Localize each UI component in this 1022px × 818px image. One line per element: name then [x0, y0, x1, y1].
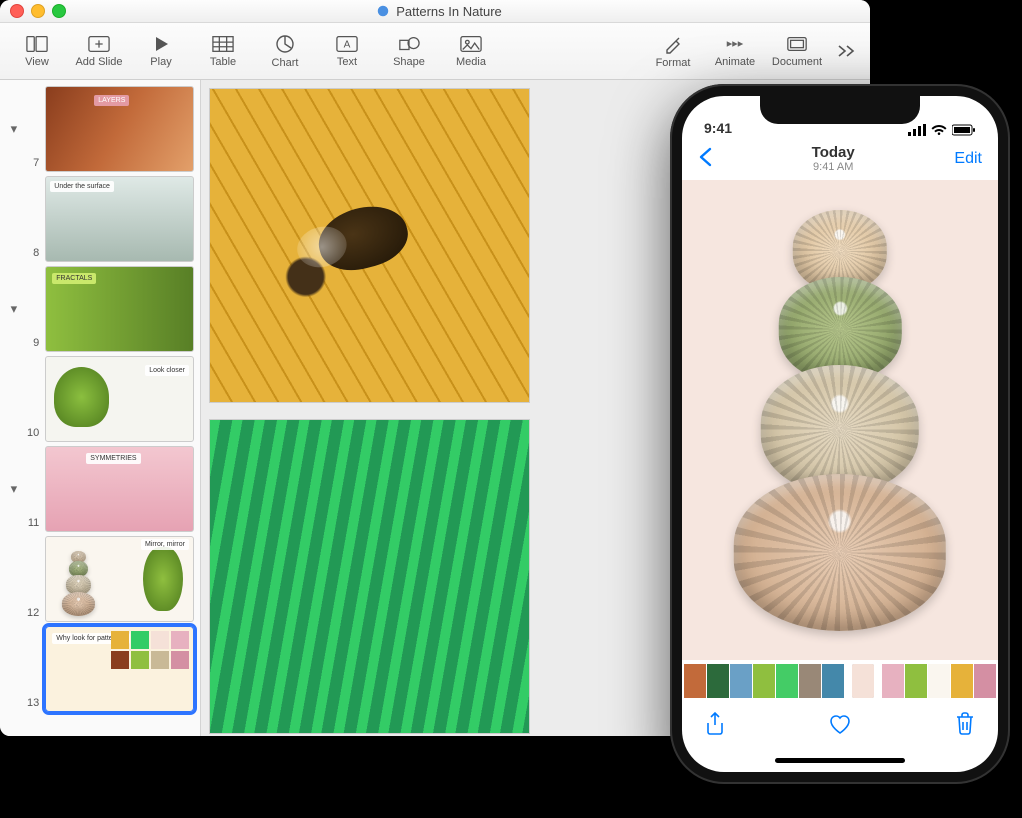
disclosure-triangle[interactable]: ▾	[6, 301, 22, 317]
toolbar-label: Play	[150, 56, 171, 68]
toolbar-overflow[interactable]	[828, 44, 864, 58]
text-icon: A	[336, 35, 358, 53]
slide-number: 8	[22, 247, 40, 262]
animate-icon	[724, 35, 746, 53]
slide-thumbnail[interactable]: Under the surface	[45, 176, 194, 262]
chart-icon	[275, 34, 295, 54]
play-icon	[152, 35, 170, 53]
iphone-notch	[760, 96, 920, 124]
toolbar: View Add Slide Play Table Chart A Text	[0, 23, 870, 80]
slide-number: 9	[22, 337, 40, 352]
toolbar-label: Shape	[393, 56, 425, 68]
window-titlebar[interactable]: Patterns In Nature	[0, 0, 870, 23]
slide-navigator[interactable]: ▾ 7 LAYERS 8 Under the surface ▾ 9	[0, 80, 201, 736]
disclosure-triangle[interactable]: ▾	[6, 481, 22, 497]
toolbar-label: Media	[456, 56, 486, 68]
slide-row[interactable]: 10 Look closer	[0, 354, 200, 444]
photos-nav-title: Today 9:41 AM	[812, 145, 855, 174]
toolbar-label: Document	[772, 56, 822, 68]
slide-number: 13	[22, 697, 40, 712]
battery-icon	[952, 124, 976, 136]
slide-number: 10	[22, 427, 40, 442]
toolbar-media[interactable]: Media	[440, 23, 502, 79]
slide-row[interactable]: 8 Under the surface	[0, 174, 200, 264]
slide-thumbnail[interactable]: Look closer	[45, 356, 194, 442]
cellular-icon	[908, 124, 926, 136]
iphone-device: 9:41 Today 9:41 AM Edit	[670, 84, 1010, 784]
toolbar-chart[interactable]: Chart	[254, 23, 316, 79]
back-button[interactable]	[698, 147, 712, 172]
slide-row[interactable]: ▾ 7 LAYERS	[0, 84, 200, 174]
share-button[interactable]	[704, 711, 726, 740]
toolbar-label: Animate	[715, 56, 755, 68]
view-icon	[26, 35, 48, 53]
canvas-image-fern[interactable]	[209, 419, 530, 734]
zoom-window-button[interactable]	[52, 4, 66, 18]
slide-thumbnail[interactable]: SYMMETRIES	[45, 446, 194, 532]
toolbar-text[interactable]: A Text	[316, 23, 378, 79]
media-icon	[460, 35, 482, 53]
edit-button[interactable]: Edit	[954, 150, 982, 168]
slide-thumbnail[interactable]: Mirror, mirror	[45, 536, 194, 622]
slide-row[interactable]: 12 Mirror, mirror	[0, 534, 200, 624]
chevron-double-right-icon	[836, 44, 856, 58]
add-slide-icon	[88, 35, 110, 53]
slide-row[interactable]: 13 Why look for patterns?	[0, 624, 200, 714]
toolbar-view[interactable]: View	[6, 23, 68, 79]
shape-icon	[398, 35, 420, 53]
traffic-lights	[10, 4, 66, 18]
toolbar-label: Text	[337, 56, 357, 68]
slide-thumbnail[interactable]: LAYERS	[45, 86, 194, 172]
photo-toolbar	[682, 702, 998, 748]
favorite-button[interactable]	[827, 712, 853, 739]
trash-icon	[954, 711, 976, 737]
document-icon	[786, 35, 808, 53]
slide-row[interactable]: ▾ 9 FRACTALS	[0, 264, 200, 354]
slide-number: 12	[22, 607, 40, 622]
slide-thumbnail[interactable]: FRACTALS	[45, 266, 194, 352]
photos-nav-bar: Today 9:41 AM Edit	[682, 138, 998, 180]
toolbar-label: Add Slide	[75, 56, 122, 68]
minimize-window-button[interactable]	[31, 4, 45, 18]
wifi-icon	[931, 124, 947, 136]
toolbar-label: View	[25, 56, 49, 68]
toolbar-shape[interactable]: Shape	[378, 23, 440, 79]
home-indicator[interactable]	[682, 748, 998, 772]
disclosure-triangle[interactable]: ▾	[6, 121, 22, 137]
share-icon	[704, 711, 726, 737]
photo-viewer[interactable]	[682, 180, 998, 660]
window-title: Patterns In Nature	[66, 4, 812, 19]
toolbar-play[interactable]: Play	[130, 23, 192, 79]
close-window-button[interactable]	[10, 4, 24, 18]
slide-number: 7	[22, 157, 40, 172]
status-time: 9:41	[704, 120, 732, 136]
slide-row[interactable]: ▾ 11 SYMMETRIES	[0, 444, 200, 534]
toolbar-table[interactable]: Table	[192, 23, 254, 79]
toolbar-add-slide[interactable]: Add Slide	[68, 23, 130, 79]
delete-button[interactable]	[954, 711, 976, 740]
slide-thumbnail[interactable]: Why look for patterns?	[45, 626, 194, 712]
keynote-doc-icon	[376, 4, 390, 18]
toolbar-label: Format	[656, 57, 691, 69]
format-icon	[663, 34, 683, 54]
chevron-left-icon	[698, 147, 712, 167]
photo-scrubber[interactable]	[682, 660, 998, 702]
toolbar-document[interactable]: Document	[766, 23, 828, 79]
table-icon	[212, 35, 234, 53]
toolbar-format[interactable]: Format	[642, 23, 704, 79]
toolbar-animate[interactable]: Animate	[704, 23, 766, 79]
slide-number: 11	[22, 517, 40, 532]
heart-icon	[827, 712, 853, 736]
svg-text:A: A	[344, 39, 351, 50]
iphone-screen: 9:41 Today 9:41 AM Edit	[682, 96, 998, 772]
toolbar-label: Chart	[272, 57, 299, 69]
canvas-image-honeycomb[interactable]	[209, 88, 530, 403]
toolbar-label: Table	[210, 56, 236, 68]
